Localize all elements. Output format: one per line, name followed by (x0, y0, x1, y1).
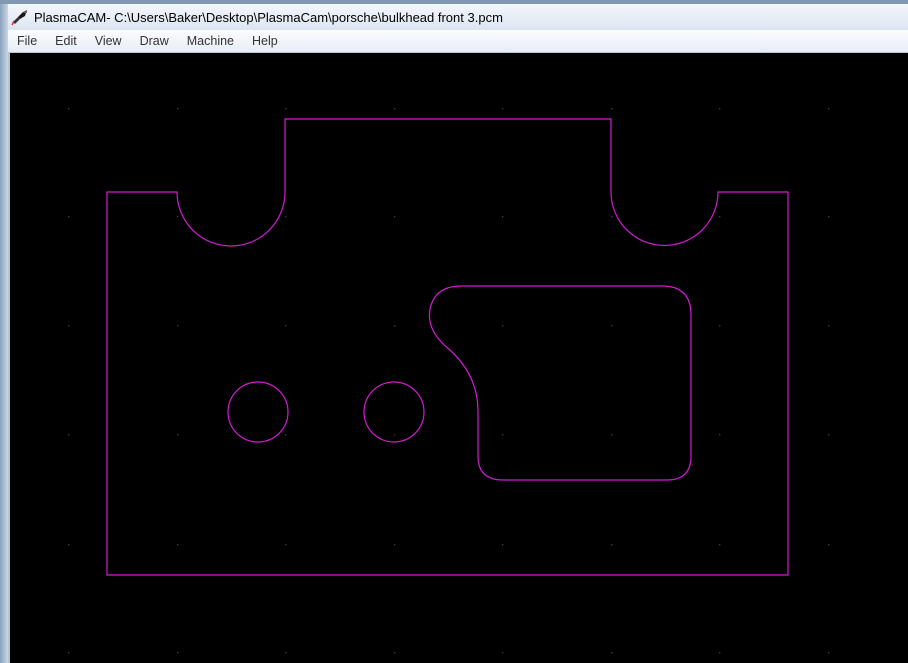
grid-dot (177, 108, 179, 110)
grid-dot (828, 652, 830, 654)
grid-dot (611, 434, 613, 436)
hole-left[interactable] (227, 381, 289, 443)
menu-view[interactable]: View (86, 30, 131, 52)
grid-dot (611, 325, 613, 327)
grid-dot (611, 544, 613, 546)
grid-dot (719, 652, 721, 654)
grid-dot (68, 544, 70, 546)
window-left-frame (0, 4, 8, 663)
grid-dot (68, 434, 70, 436)
window-title: PlasmaCAM- C:\Users\Baker\Desktop\Plasma… (34, 9, 503, 25)
grid-dot (285, 652, 287, 654)
bulkhead-outline[interactable] (106, 118, 789, 576)
grid-dot (611, 652, 613, 654)
title-bar[interactable]: PlasmaCAM- C:\Users\Baker\Desktop\Plasma… (8, 4, 908, 30)
grid-dot (502, 434, 504, 436)
grid-dot (502, 652, 504, 654)
grid-dot (828, 325, 830, 327)
grid-dot (502, 544, 504, 546)
grid-dot (611, 216, 613, 218)
grid-dot (502, 325, 504, 327)
grid-dot (502, 108, 504, 110)
grid-dot (177, 544, 179, 546)
menu-draw[interactable]: Draw (131, 30, 178, 52)
grid-dot (177, 652, 179, 654)
grid-dot (68, 216, 70, 218)
grid-dot (394, 434, 396, 436)
menu-machine[interactable]: Machine (178, 30, 243, 52)
grid-dot (177, 325, 179, 327)
grid-dot (394, 216, 396, 218)
grid-dot (285, 216, 287, 218)
grid-dot (719, 325, 721, 327)
cad-drawing (68, 108, 830, 654)
grid-dot (502, 216, 504, 218)
grid-dot (719, 434, 721, 436)
grid-dot (285, 544, 287, 546)
grid-dot (611, 108, 613, 110)
hole-right[interactable] (363, 381, 425, 443)
grid-dot (68, 325, 70, 327)
plasmacam-torch-icon[interactable] (11, 8, 29, 26)
grid-dot (394, 108, 396, 110)
grid-dot (394, 544, 396, 546)
grid-dot (828, 108, 830, 110)
grid-dot (285, 108, 287, 110)
grid-dot (285, 325, 287, 327)
grid-dot (285, 434, 287, 436)
menu-file[interactable]: File (8, 30, 46, 52)
grid-dot (828, 544, 830, 546)
grid-dots (68, 108, 830, 654)
grid-dot (68, 108, 70, 110)
grid-dot (68, 652, 70, 654)
grid-dot (719, 216, 721, 218)
grid-dot (177, 434, 179, 436)
grid-dot (719, 108, 721, 110)
grid-dot (828, 434, 830, 436)
menu-bar: File Edit View Draw Machine Help (8, 30, 908, 53)
cutout-opening[interactable] (428, 285, 692, 481)
grid-dot (828, 216, 830, 218)
grid-dot (394, 325, 396, 327)
drawing-canvas[interactable] (10, 53, 908, 663)
grid-dot (394, 652, 396, 654)
grid-dot (177, 216, 179, 218)
grid-dot (719, 544, 721, 546)
menu-edit[interactable]: Edit (46, 30, 86, 52)
menu-help[interactable]: Help (243, 30, 287, 52)
